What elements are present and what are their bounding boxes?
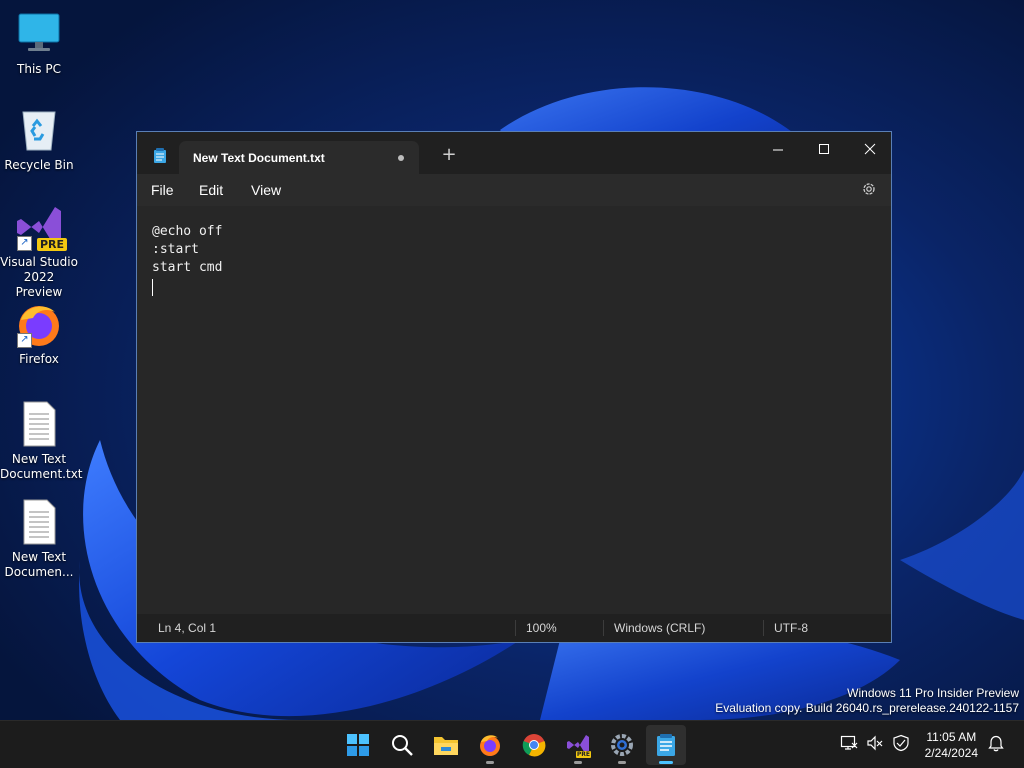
watermark-build: Evaluation copy. Build 26040.rs_prerelea…: [715, 701, 1019, 715]
minimize-icon: [773, 149, 783, 151]
search-button[interactable]: [382, 725, 422, 765]
chrome-icon: [522, 734, 546, 757]
notepad-window: New Text Document.txt + File Edit View @…: [136, 131, 892, 643]
status-divider: [603, 620, 604, 636]
monitor-icon: [15, 10, 63, 58]
battery-shield-icon[interactable]: [892, 734, 910, 756]
taskbar-chrome[interactable]: [514, 725, 554, 765]
clock-date: 2/24/2024: [924, 746, 978, 760]
status-line-ending[interactable]: Windows (CRLF): [614, 621, 705, 635]
clock-time: 11:05 AM: [926, 730, 977, 744]
settings-icon: [611, 734, 633, 756]
desktop-icon-this-pc[interactable]: This PC: [0, 10, 78, 77]
visual-studio-icon: PRE ↗: [15, 203, 67, 251]
desktop-icon-label: New Text Document.txt: [0, 452, 83, 481]
editor-line: start cmd: [152, 260, 223, 275]
close-icon: [864, 143, 876, 155]
status-divider: [763, 620, 764, 636]
network-icon[interactable]: [840, 734, 858, 756]
desktop-icon-text-document-2[interactable]: New Text Documen...: [0, 498, 78, 580]
status-bar: Ln 4, Col 1 100% Windows (CRLF) UTF-8: [137, 614, 891, 642]
desktop-icon-firefox[interactable]: ↗ Firefox: [0, 300, 78, 367]
firefox-icon: ↗: [15, 300, 63, 348]
notepad-icon: [153, 148, 167, 168]
desktop-icon-label: Firefox: [19, 352, 59, 366]
tab-title: New Text Document.txt: [193, 151, 325, 165]
settings-gear-icon[interactable]: [861, 181, 877, 201]
desktop-icon-visual-studio[interactable]: PRE ↗ Visual Studio 2022 Preview: [0, 203, 78, 300]
system-clock[interactable]: 11:05 AM 2/24/2024: [925, 729, 978, 761]
taskbar: PRE 11:05 AM 2/24/2024: [0, 720, 1024, 768]
status-encoding[interactable]: UTF-8: [774, 621, 808, 635]
volume-muted-icon[interactable]: [866, 734, 884, 756]
notification-bell-icon[interactable]: [988, 734, 1004, 756]
desktop-icon-label: This PC: [17, 62, 61, 76]
taskbar-visual-studio[interactable]: PRE: [558, 725, 598, 765]
shortcut-arrow-icon: ↗: [17, 236, 32, 251]
desktop-icon-label: New Text Documen...: [4, 550, 74, 579]
editor-line: :start: [152, 242, 199, 257]
text-editor[interactable]: @echo off :start start cmd: [137, 206, 891, 616]
status-position: Ln 4, Col 1: [158, 621, 217, 635]
running-indicator: [659, 761, 673, 764]
running-indicator: [618, 761, 626, 764]
start-icon: [347, 734, 369, 756]
start-button[interactable]: [338, 725, 378, 765]
pre-badge: PRE: [36, 238, 67, 251]
firefox-icon: [480, 735, 500, 756]
menu-view[interactable]: View: [251, 182, 281, 198]
status-zoom[interactable]: 100%: [526, 621, 557, 635]
shortcut-arrow-icon: ↗: [17, 333, 32, 348]
menu-file[interactable]: File: [151, 182, 174, 198]
file-explorer-icon: [434, 737, 458, 755]
unsaved-dot-icon[interactable]: [398, 155, 404, 161]
desktop-icon-recycle-bin[interactable]: Recycle Bin: [0, 106, 78, 173]
taskbar-file-explorer[interactable]: [426, 725, 466, 765]
title-bar[interactable]: New Text Document.txt +: [137, 132, 891, 174]
maximize-icon: [819, 144, 829, 154]
desktop-icon-label: Visual Studio 2022 Preview: [0, 255, 78, 299]
text-file-icon: [15, 498, 63, 546]
taskbar-settings[interactable]: [602, 725, 642, 765]
pre-badge: PRE: [575, 751, 591, 758]
close-button[interactable]: [847, 136, 893, 164]
desktop-icon-text-document[interactable]: New Text Document.txt: [0, 400, 83, 482]
taskbar-firefox[interactable]: [470, 725, 510, 765]
maximize-button[interactable]: [801, 136, 847, 164]
new-tab-button[interactable]: +: [439, 144, 459, 165]
notepad-icon: [657, 734, 675, 756]
running-indicator: [486, 761, 494, 764]
menu-edit[interactable]: Edit: [199, 182, 223, 198]
editor-line: @echo off: [152, 224, 223, 239]
recycle-bin-icon: [15, 106, 63, 154]
watermark-edition: Windows 11 Pro Insider Preview: [847, 686, 1019, 700]
menu-bar: File Edit View: [137, 174, 891, 206]
status-divider: [515, 620, 516, 636]
text-caret: [152, 279, 153, 296]
search-icon: [392, 735, 413, 756]
text-file-icon: [15, 400, 63, 448]
desktop-icon-label: Recycle Bin: [4, 158, 74, 172]
minimize-button[interactable]: [755, 136, 801, 164]
running-indicator: [574, 761, 582, 764]
tab-document[interactable]: New Text Document.txt: [179, 141, 419, 174]
taskbar-notepad[interactable]: [646, 725, 686, 765]
